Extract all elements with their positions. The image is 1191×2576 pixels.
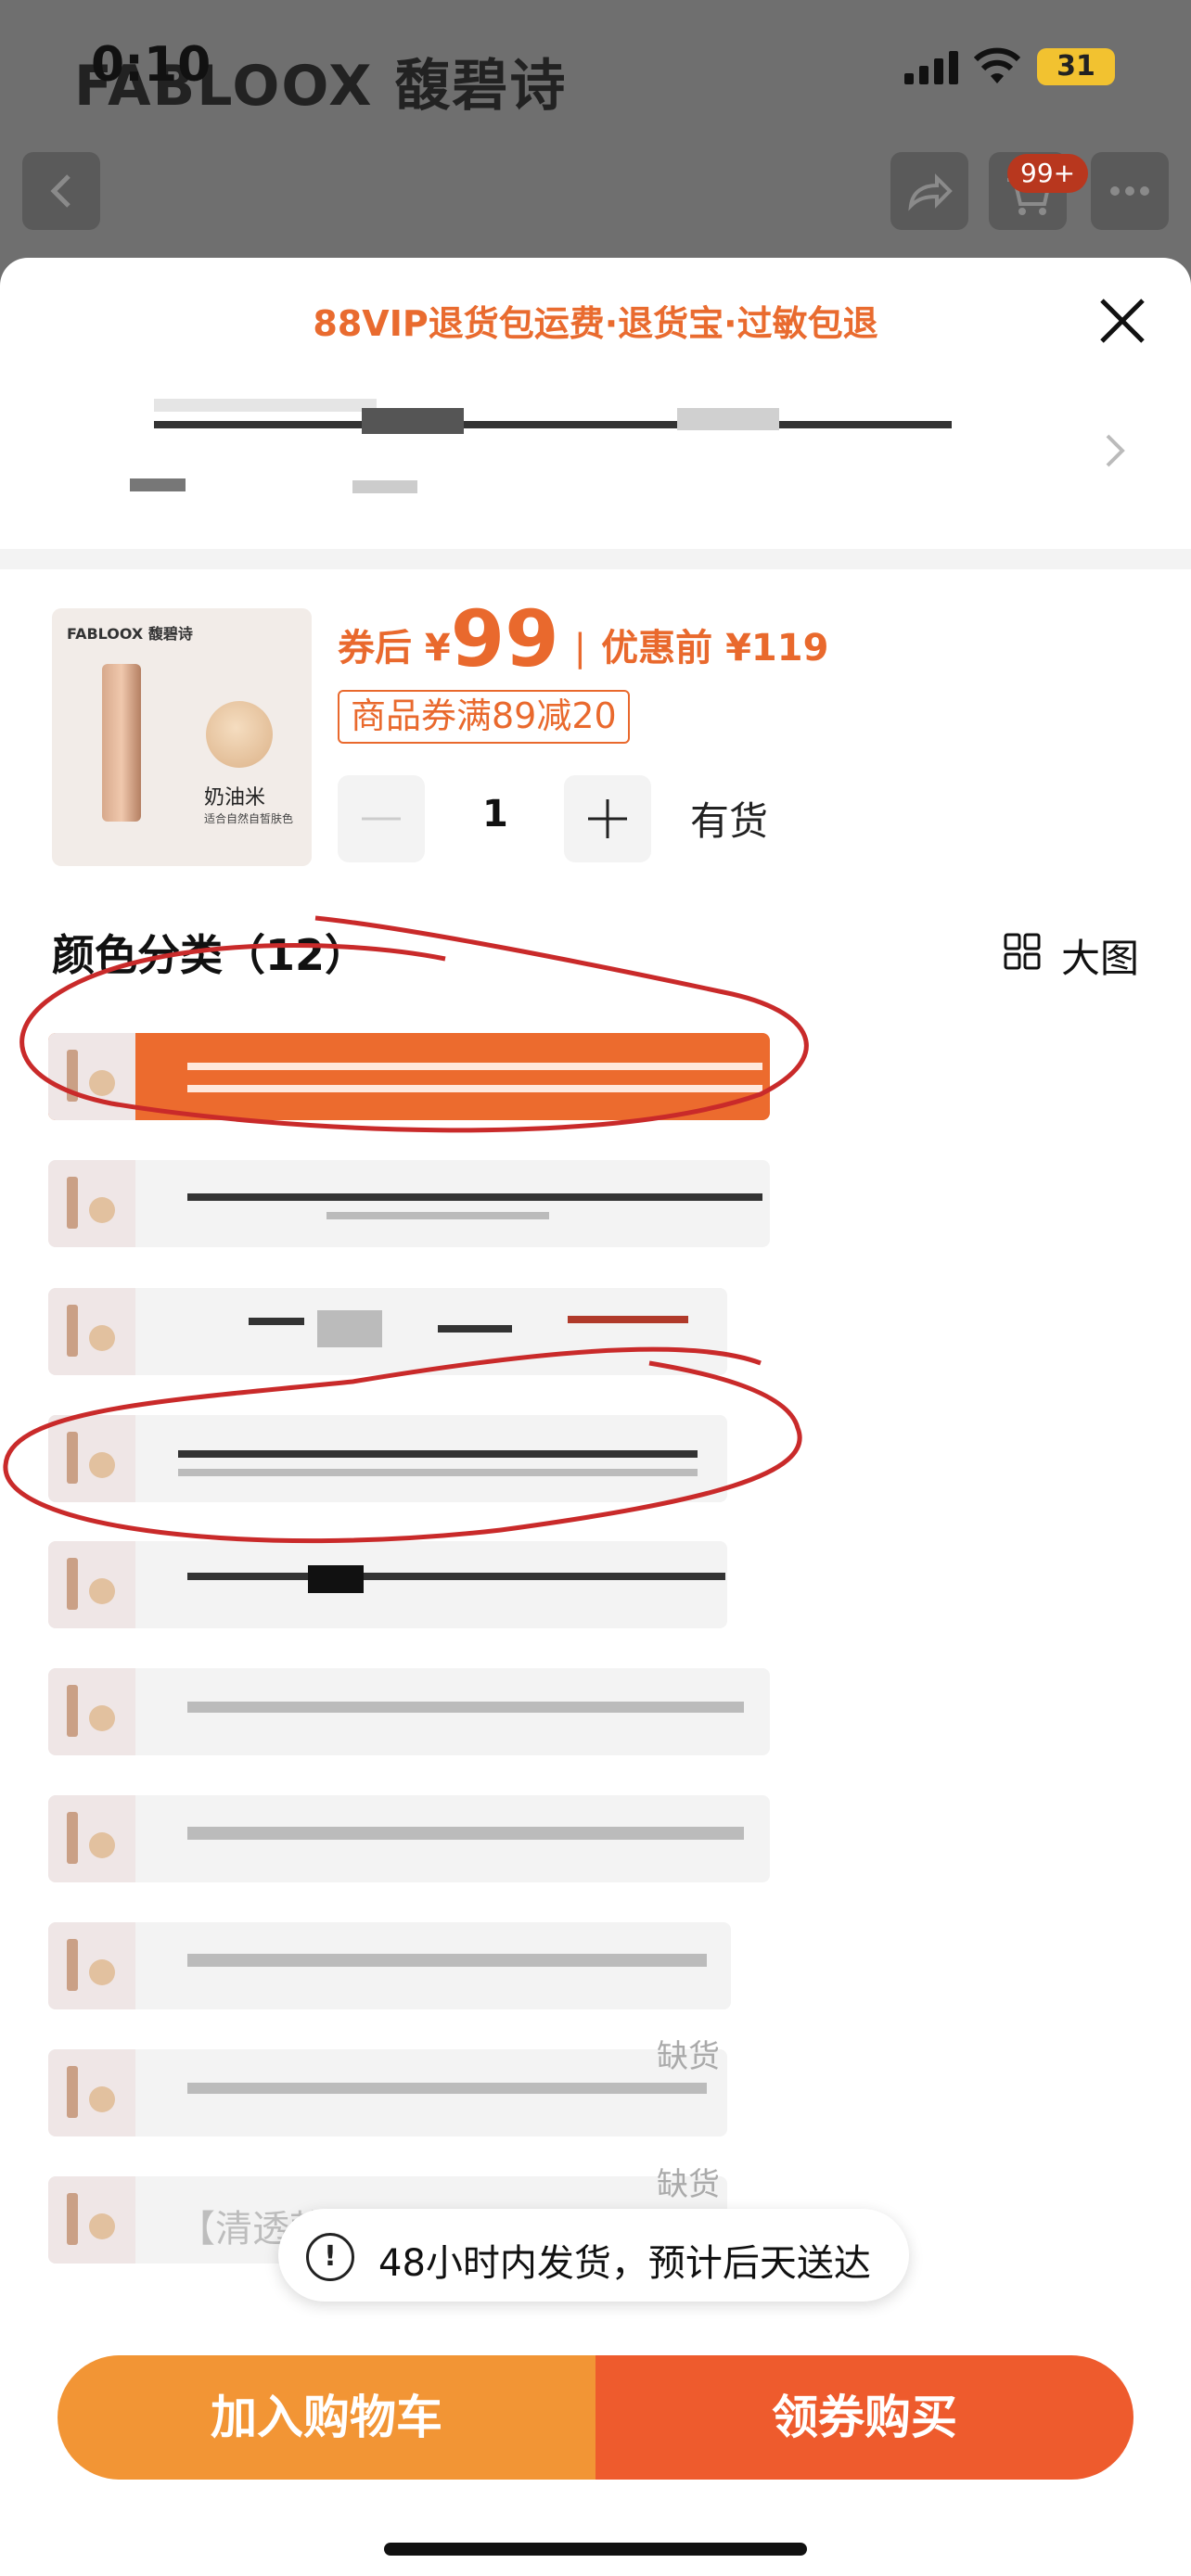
share-button[interactable]	[890, 152, 968, 230]
variant-option[interactable]	[48, 1033, 770, 1120]
color-category-title: 颜色分类（12）	[52, 930, 368, 980]
original-price-prefix: 优惠前 ¥	[601, 627, 751, 670]
cream-swatch	[206, 701, 273, 768]
chevron-right-icon[interactable]	[1100, 430, 1128, 471]
quantity-value[interactable]: 1	[482, 793, 508, 835]
status-bar: FABLOOX 馥碧诗 0:10 31	[0, 0, 1191, 148]
thumb-shade-desc: 适合自然自皙肤色	[204, 812, 294, 825]
variant-thumbnail	[48, 1160, 135, 1247]
home-indicator	[384, 2543, 807, 2556]
original-price-value: 119	[750, 627, 829, 670]
wifi-icon	[974, 47, 1020, 83]
coupon-badge: 商品券满89减20	[338, 690, 630, 744]
decrease-quantity-button[interactable]	[338, 775, 425, 862]
minus-icon	[362, 817, 401, 821]
action-bar: 加入购物车 领券购买	[58, 2355, 1133, 2480]
close-icon[interactable]	[1095, 293, 1150, 349]
out-of-stock-badge: 缺货	[657, 2166, 720, 2203]
grid-icon[interactable]	[1004, 933, 1041, 970]
variant-thumbnail	[48, 2176, 135, 2264]
section-divider	[0, 549, 1191, 569]
info-icon: !	[306, 2233, 354, 2281]
tube-image	[102, 664, 141, 822]
price-value: 99	[450, 593, 559, 684]
toast-text: 48小时内发货，预计后天送达	[378, 2242, 871, 2285]
price-row: 券后 ¥99 | 优惠前 ¥119	[338, 593, 829, 684]
thumb-shade-name: 奶油米	[204, 786, 266, 810]
battery-indicator: 31	[1037, 48, 1115, 85]
variant-thumbnail	[48, 1033, 135, 1120]
plus-icon	[588, 799, 627, 838]
variant-option[interactable]	[48, 1415, 727, 1502]
variant-thumbnail	[48, 1415, 135, 1502]
variant-option[interactable]	[48, 1922, 731, 2009]
variant-thumbnail	[48, 1922, 135, 2009]
product-thumbnail[interactable]: FABLOOX 馥碧诗 奶油米 适合自然自皙肤色	[52, 608, 312, 866]
shipping-toast: ! 48小时内发货，预计后天送达	[278, 2209, 909, 2302]
variant-option[interactable]	[48, 1795, 770, 1882]
back-button[interactable]	[22, 152, 100, 230]
variant-thumbnail	[48, 1288, 135, 1375]
variant-thumbnail	[48, 1668, 135, 1755]
stock-status: 有货	[690, 798, 769, 844]
increase-quantity-button[interactable]	[564, 775, 651, 862]
address-row[interactable]	[121, 389, 1104, 510]
more-icon	[1110, 186, 1149, 196]
variant-option[interactable]	[48, 1288, 727, 1375]
variant-thumbnail	[48, 1541, 135, 1628]
buy-with-coupon-button[interactable]: 领券购买	[596, 2355, 1133, 2480]
thumb-logo: FABLOOX 馥碧诗	[67, 625, 193, 643]
add-to-cart-button[interactable]: 加入购物车	[58, 2355, 596, 2480]
more-button[interactable]	[1091, 152, 1169, 230]
share-icon	[908, 173, 953, 211]
variant-thumbnail	[48, 1795, 135, 1882]
variant-thumbnail	[48, 2049, 135, 2136]
variant-option[interactable]	[48, 1668, 770, 1755]
big-image-toggle[interactable]: 大图	[1061, 927, 1139, 984]
variant-option[interactable]	[48, 1541, 727, 1628]
signal-icon	[904, 51, 958, 84]
chevron-left-icon	[50, 174, 70, 208]
status-time: 0:10	[91, 37, 211, 93]
variant-option[interactable]	[48, 1160, 770, 1247]
price-prefix: 券后 ¥	[338, 627, 451, 670]
cart-count-badge: 99+	[1007, 154, 1089, 193]
variant-option-out-of-stock[interactable]	[48, 2049, 727, 2136]
out-of-stock-badge: 缺货	[657, 2038, 720, 2075]
service-promo: 88VIP退货包运费·退货宝·过敏包退	[313, 303, 878, 344]
